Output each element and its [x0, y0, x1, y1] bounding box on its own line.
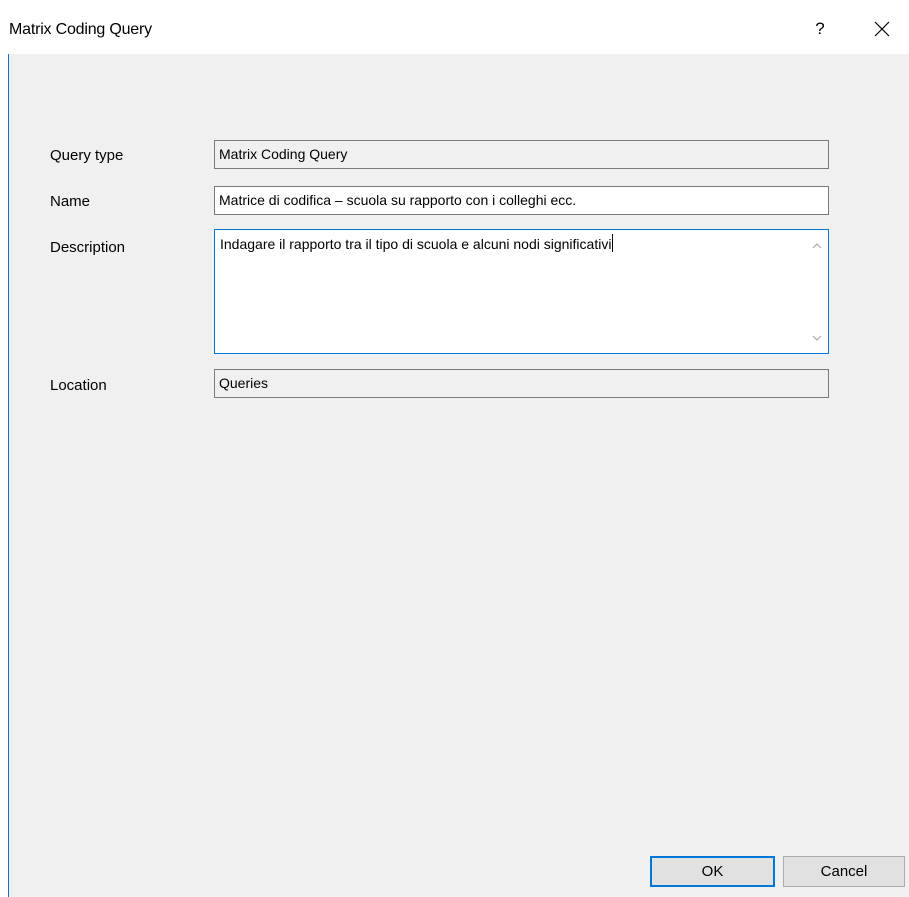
- description-label: Description: [50, 239, 126, 256]
- window-border-line: [8, 54, 9, 897]
- text-caret: [612, 234, 614, 252]
- ok-button[interactable]: OK: [650, 856, 775, 887]
- query-type-field: Matrix Coding Query: [214, 140, 829, 169]
- close-button[interactable]: [860, 12, 904, 46]
- name-label: Name: [50, 193, 91, 210]
- scroll-up-button[interactable]: [810, 238, 824, 252]
- title-bar: Matrix Coding Query ?: [0, 0, 909, 54]
- description-textarea[interactable]: Indagare il rapporto tra il tipo di scuo…: [214, 229, 829, 354]
- chevron-down-icon: [812, 335, 822, 341]
- location-label: Location: [50, 377, 107, 394]
- chevron-up-icon: [812, 242, 822, 248]
- close-icon: [874, 21, 890, 37]
- name-input[interactable]: Matrice di codifica – scuola su rapporto…: [214, 186, 829, 215]
- scroll-down-button[interactable]: [810, 331, 824, 345]
- query-type-label: Query type: [50, 147, 124, 164]
- location-field: Queries: [214, 369, 829, 398]
- cancel-button[interactable]: Cancel: [783, 856, 905, 887]
- description-text: Indagare il rapporto tra il tipo di scuo…: [220, 234, 614, 252]
- dialog-window: Matrix Coding Query ? Query type Matrix …: [0, 0, 909, 897]
- window-title: Matrix Coding Query: [9, 21, 152, 38]
- help-button[interactable]: ?: [800, 12, 840, 46]
- window-left-edge: [0, 0, 8, 897]
